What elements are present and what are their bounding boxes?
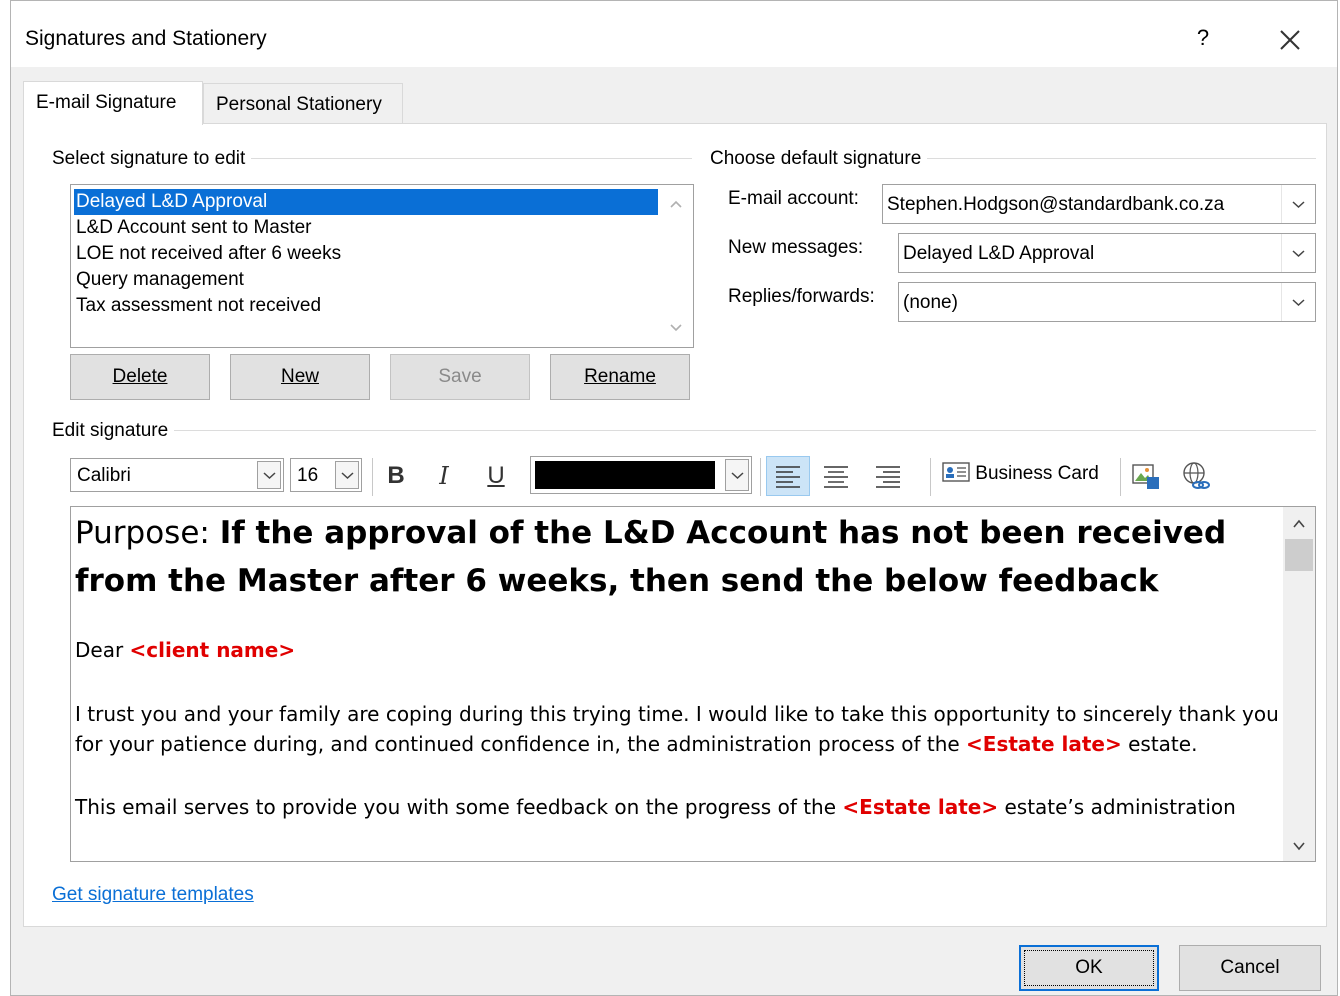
save-button[interactable]: Save [390,354,530,400]
rename-button[interactable]: Rename [550,354,690,400]
chevron-down-icon [731,472,744,480]
align-center-icon [824,466,848,488]
para2-text-b: estate’s administration [998,795,1236,819]
signature-panel: Select signature to edit Delayed L&D App… [23,123,1327,927]
italic-button[interactable]: I [426,458,462,494]
purpose-prefix: Purpose: [75,515,220,551]
cancel-button[interactable]: Cancel [1179,945,1321,991]
dropdown-button[interactable] [1281,234,1315,272]
toolbar-separator [760,458,761,496]
dialog-title: Signatures and Stationery [25,27,267,50]
para1-text-b: estate. [1121,732,1198,756]
dropdown-button[interactable] [725,459,749,491]
new-messages-label: New messages: [728,237,864,258]
replies-forwards-label: Replies/forwards: [728,286,875,307]
insert-picture-button[interactable] [1128,458,1164,494]
chevron-down-icon [341,472,354,480]
client-name-placeholder: <client name> [129,638,296,662]
focus-ring [1024,950,1154,986]
chevron-down-icon [1292,201,1305,209]
delete-button-label: Delete [112,366,168,387]
close-icon [1280,30,1300,50]
toolbar-separator [372,458,373,496]
list-item[interactable]: Tax assessment not received [74,293,658,319]
rename-button-label: Rename [584,366,656,387]
scroll-up-icon[interactable] [1292,517,1306,531]
email-account-value: Stephen.Hodgson@standardbank.co.za [887,194,1225,215]
align-right-icon [876,466,900,488]
new-button[interactable]: New [230,354,370,400]
replies-forwards-select[interactable]: (none) [898,282,1316,322]
email-account-label: E-mail account: [728,188,859,209]
font-name-value: Calibri [77,465,131,486]
font-color-select[interactable] [530,456,752,494]
dropdown-button[interactable] [257,461,281,489]
chevron-down-icon [1292,299,1305,307]
divider [52,430,1316,431]
globe-link-icon [1183,462,1210,489]
chevron-down-icon [1292,250,1305,258]
insert-picture-icon [1132,464,1159,489]
align-left-icon [776,466,800,488]
new-button-label: New [280,366,319,387]
dropdown-button[interactable] [335,461,359,489]
font-color-swatch [535,461,715,489]
business-card-label: Business Card [975,463,1099,484]
help-button[interactable]: ? [1191,25,1215,55]
purpose-text: If the approval of the L&D Account has n… [75,515,1227,599]
list-item[interactable]: LOE not received after 6 weeks [74,241,658,267]
signature-editor[interactable]: Purpose: If the approval of the L&D Acco… [70,506,1316,862]
scroll-up-icon[interactable] [669,197,683,211]
delete-button[interactable]: Delete [70,354,210,400]
toolbar-separator [930,458,931,496]
font-size-select[interactable]: 16 [290,458,362,492]
signatures-dialog: Signatures and Stationery ? E-mail Signa… [10,0,1338,996]
align-center-button[interactable] [818,458,854,494]
close-button[interactable] [1275,25,1305,55]
insert-hyperlink-button[interactable] [1178,458,1214,494]
chevron-down-icon [263,472,276,480]
toolbar-separator [1120,458,1121,496]
greeting-line: Dear <client name> [75,635,1281,665]
estate-late-placeholder: <Estate late> [842,795,999,819]
list-item[interactable]: L&D Account sent to Master [74,215,658,241]
dropdown-button[interactable] [1281,185,1315,223]
replies-forwards-value: (none) [903,292,958,313]
paragraph-2: This email serves to provide you with so… [75,792,1281,822]
get-signature-templates-link[interactable]: Get signature templates [52,884,254,906]
dropdown-button[interactable] [1281,283,1315,321]
list-scrollbar[interactable] [659,185,693,347]
editor-scrollbar[interactable] [1283,507,1315,861]
email-account-select[interactable]: Stephen.Hodgson@standardbank.co.za [882,184,1316,224]
estate-late-placeholder: <Estate late> [966,732,1122,756]
list-item[interactable]: Delayed L&D Approval [74,189,658,215]
font-size-value: 16 [297,465,319,486]
signature-content[interactable]: Purpose: If the approval of the L&D Acco… [75,509,1281,822]
paragraph-1: I trust you and your family are coping d… [75,699,1281,759]
scroll-thumb[interactable] [1285,539,1313,571]
align-right-button[interactable] [870,458,906,494]
select-signature-label: Select signature to edit [52,148,252,170]
signature-list[interactable]: Delayed L&D Approval L&D Account sent to… [70,184,694,348]
greeting-prefix: Dear [75,638,130,662]
title-bar: Signatures and Stationery ? [11,1,1337,67]
business-card-icon [942,462,970,482]
edit-signature-label: Edit signature [52,420,175,442]
tab-email-signature[interactable]: E-mail Signature [23,81,203,125]
list-item[interactable]: Query management [74,267,658,293]
default-signature-label: Choose default signature [710,148,928,170]
scroll-down-icon[interactable] [669,321,683,335]
business-card-button[interactable]: Business Card [942,462,1099,492]
new-messages-value: Delayed L&D Approval [903,243,1095,264]
font-name-select[interactable]: Calibri [70,458,284,492]
para2-text-a: This email serves to provide you with so… [75,795,843,819]
purpose-line: Purpose: If the approval of the L&D Acco… [75,509,1281,605]
underline-button[interactable]: U [478,458,514,494]
new-messages-select[interactable]: Delayed L&D Approval [898,233,1316,273]
align-left-button[interactable] [766,456,810,496]
bold-button[interactable]: B [378,458,414,494]
ok-button[interactable]: OK [1019,945,1159,991]
tab-personal-stationery[interactable]: Personal Stationery [203,83,403,125]
scroll-down-icon[interactable] [1292,839,1306,853]
